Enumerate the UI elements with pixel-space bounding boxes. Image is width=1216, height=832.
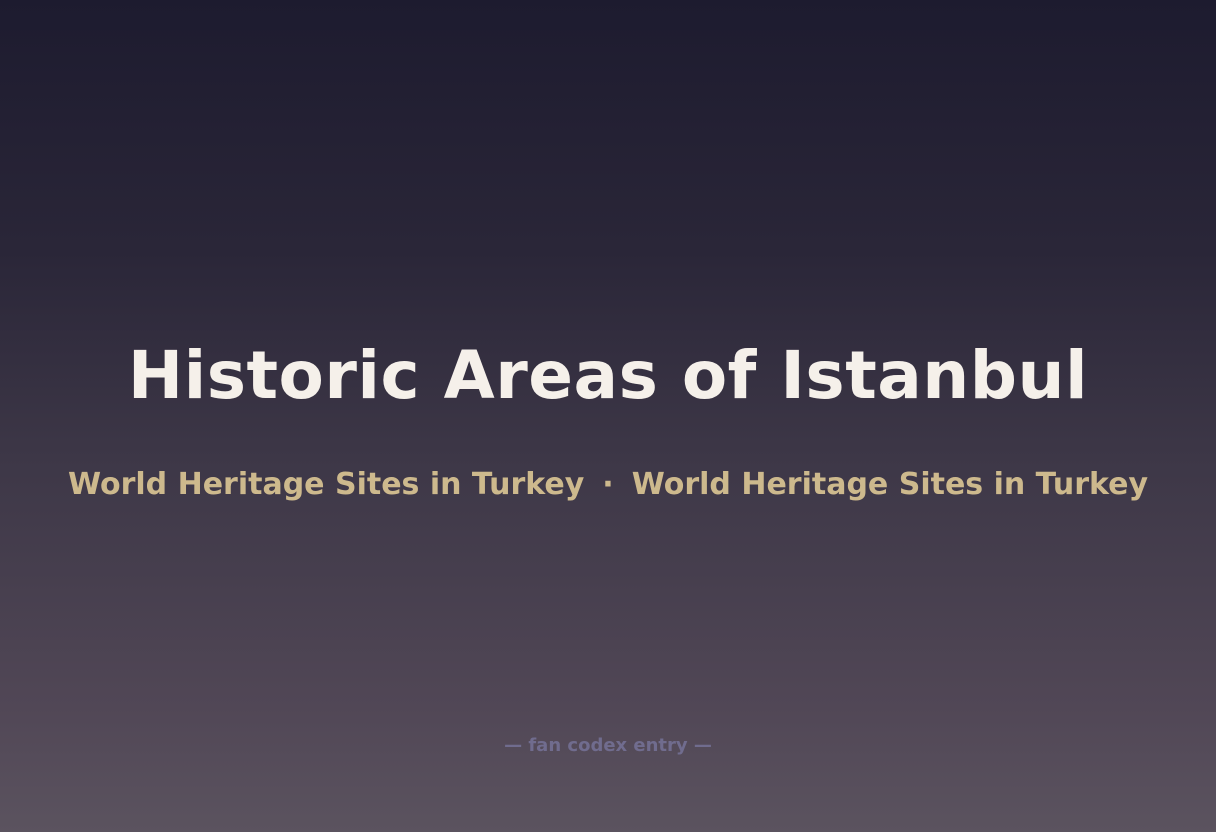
category-label: World Heritage Sites in Turkey	[67, 467, 585, 502]
category-line: World Heritage Sites in Turkey · World Her…	[0, 465, 1216, 505]
title-card: Historic Areas of Istanbul World Heritag…	[0, 0, 1216, 832]
separator-dot: ·	[602, 467, 614, 502]
category-label: World Heritage Sites in Turkey	[631, 467, 1149, 502]
page-title: Historic Areas of Istanbul	[127, 337, 1089, 414]
footer-note: — fan codex entry —	[504, 735, 712, 756]
